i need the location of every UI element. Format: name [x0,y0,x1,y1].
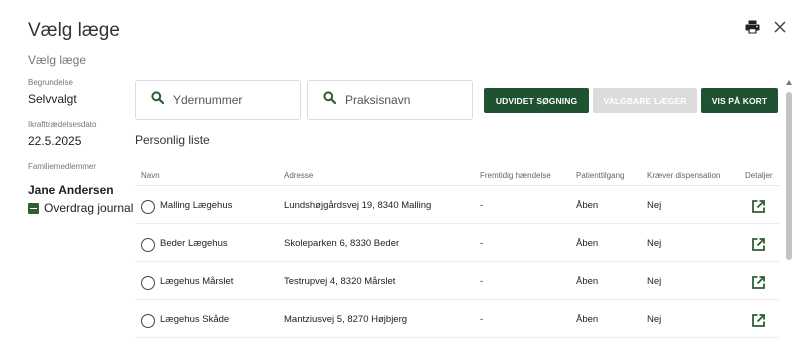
row-patient-access: Åben [576,276,599,287]
practice-name-search[interactable] [307,80,473,120]
transfer-journal-checkbox[interactable]: Overdrag journal [28,201,133,215]
row-address: Skoleparken 6, 8330 Beder [284,238,400,249]
column-header-details: Detaljer [745,171,773,180]
family-member-name: Jane Andersen [28,183,114,197]
table-row[interactable]: Lægehus Skåde Mantziusvej 5, 8270 Højbje… [135,300,780,338]
provider-number-search[interactable] [135,80,301,120]
open-in-new-icon[interactable] [752,314,765,330]
select-radio[interactable] [141,314,155,328]
row-name: Lægehus Skåde [160,314,230,325]
field-label-effective-date: Ikrafttrædelsesdato [28,120,97,129]
field-value-effective-date: 22.5.2025 [28,134,82,148]
transfer-journal-label: Overdrag journal [44,201,134,215]
row-address: Lundshøjgårdsvej 19, 8340 Malling [284,200,432,211]
open-in-new-icon[interactable] [752,200,765,216]
search-icon [323,91,337,109]
print-icon[interactable] [745,20,760,34]
row-patient-access: Åben [576,200,599,211]
details-sidebar: Begrundelse Selvvalgt Ikrafttrædelsesdat… [28,78,133,215]
row-patient-access: Åben [576,314,599,325]
close-icon[interactable] [774,21,786,33]
column-header-patient-access: Patienttilgang [576,171,625,180]
row-future-event: - [480,200,484,211]
row-requires-dispensation: Nej [647,276,662,287]
table-header: Navn Adresse Fremtidig hændelse Patientt… [135,168,780,186]
selectable-doctors-button: VALGBARE LÆGER [593,88,697,113]
scroll-up-arrow[interactable] [786,80,792,85]
practice-name-input[interactable] [345,93,455,107]
provider-number-input[interactable] [173,93,283,107]
checkbox-icon[interactable] [28,202,39,214]
field-value-reason: Selvvalgt [28,92,77,106]
show-on-map-button[interactable]: VIS PÅ KORT [701,88,778,113]
row-patient-access: Åben [576,238,599,249]
scrollbar[interactable] [786,92,792,336]
row-address: Testrupvej 4, 8320 Mårslet [284,276,396,287]
table-row[interactable]: Lægehus Mårslet Testrupvej 4, 8320 Mårsl… [135,262,780,300]
doctor-table: Navn Adresse Fremtidig hændelse Patientt… [135,168,780,338]
open-in-new-icon[interactable] [752,276,765,292]
row-requires-dispensation: Nej [647,238,662,249]
page-title: Vælg læge [28,20,120,41]
field-label-family-members: Familiemedlemmer [28,162,97,171]
row-future-event: - [480,238,484,249]
row-future-event: - [480,314,484,325]
column-header-future-event: Fremtidig hændelse [480,171,551,180]
open-in-new-icon[interactable] [752,238,765,254]
column-header-address: Adresse [284,171,314,180]
table-row[interactable]: Malling Lægehus Lundshøjgårdsvej 19, 834… [135,186,780,224]
select-radio[interactable] [141,276,155,290]
row-requires-dispensation: Nej [647,314,662,325]
header-actions [745,20,786,34]
row-name: Beder Lægehus [160,238,228,249]
field-label-reason: Begrundelse [28,78,73,87]
extended-search-button[interactable]: UDVIDET SØGNING [484,88,589,113]
row-name: Malling Lægehus [160,200,233,211]
select-radio[interactable] [141,238,155,252]
column-header-requires-dispensation: Kræver dispensation [647,171,721,180]
select-radio[interactable] [141,200,155,214]
list-title: Personlig liste [135,133,210,147]
row-future-event: - [480,276,484,287]
search-icon [151,91,165,109]
row-requires-dispensation: Nej [647,200,662,211]
scrollbar-thumb[interactable] [786,92,792,260]
row-name: Lægehus Mårslet [160,276,234,287]
table-row[interactable]: Beder Lægehus Skoleparken 6, 8330 Beder … [135,224,780,262]
column-header-name: Navn [141,171,160,180]
row-address: Mantziusvej 5, 8270 Højbjerg [284,314,408,325]
page-subtitle: Vælg læge [28,53,87,67]
